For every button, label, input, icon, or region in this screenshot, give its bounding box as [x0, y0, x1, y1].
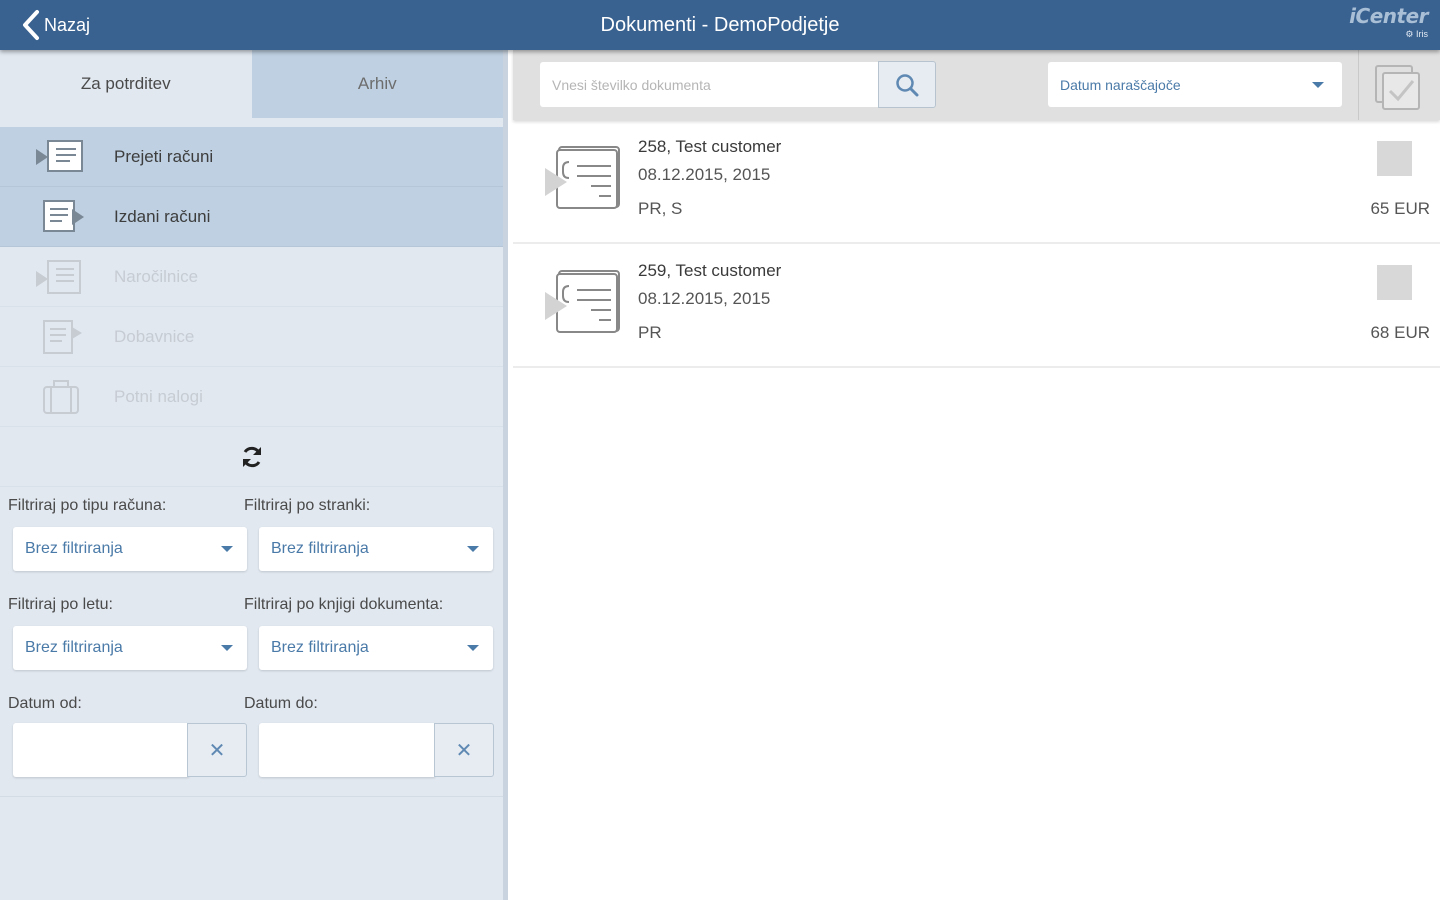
chevron-left-icon	[23, 10, 39, 40]
category-label: Dobavnice	[114, 326, 195, 346]
filter-type-value: Brez filtriranja	[25, 540, 123, 557]
search-input[interactable]	[540, 62, 878, 107]
filter-year-value: Brez filtriranja	[25, 639, 123, 656]
filter-book-value: Brez filtriranja	[271, 639, 369, 656]
caret-down-icon	[221, 546, 233, 552]
category-item-dobavnice: Dobavnice	[0, 307, 503, 367]
invoice-document-icon	[545, 146, 620, 209]
close-icon: ✕	[208, 739, 226, 762]
date-to-label: Datum do:	[244, 695, 318, 712]
tab-bar: Za potrditev Arhiv	[0, 50, 503, 118]
sort-value: Datum naraščajoče	[1060, 76, 1181, 93]
category-item-prejeti-racuni[interactable]: Prejeti računi	[0, 127, 503, 187]
date-from-label: Datum od:	[8, 695, 82, 712]
filter-party-label: Filtriraj po stranki:	[244, 497, 371, 514]
category-list: Prejeti računi Izdani računi Naročilnice	[0, 127, 503, 427]
logo-wordmark: iCenter	[1349, 4, 1428, 28]
sort-select[interactable]: Datum naraščajoče	[1048, 62, 1342, 107]
document-amount: 65 EUR	[1370, 199, 1430, 218]
app-logo: iCenter ⚙ Iris	[1338, 4, 1428, 44]
filter-type-select[interactable]: Brez filtriranja	[13, 527, 247, 571]
document-toolbar: Datum naraščajoče	[513, 50, 1440, 120]
filters-section: Filtriraj po tipu računa: Filtriraj po s…	[0, 487, 503, 797]
document-tags: PR, S	[638, 199, 683, 218]
document-date: 08.12.2015, 2015	[638, 289, 771, 308]
filter-book-select[interactable]: Brez filtriranja	[259, 626, 493, 670]
filter-panel: Za potrditev Arhiv Prejeti računi Izdani…	[0, 50, 508, 900]
received-invoices-icon	[36, 139, 83, 172]
filter-year-label: Filtriraj po letu:	[8, 596, 113, 613]
back-label: Nazaj	[44, 14, 91, 35]
caret-down-icon	[1312, 82, 1324, 88]
category-label: Naročilnice	[114, 266, 199, 286]
travel-orders-icon	[43, 379, 79, 414]
document-amount: 68 EUR	[1370, 323, 1430, 342]
delivery-notes-icon	[43, 319, 82, 354]
document-title: 259, Test customer	[638, 261, 782, 280]
refresh-row	[0, 427, 503, 487]
category-item-narocilnice: Naročilnice	[0, 247, 503, 307]
select-all-checkbox-icon[interactable]	[1373, 63, 1425, 115]
caret-down-icon	[221, 645, 233, 651]
filter-book-label: Filtriraj po knjigi dokumenta:	[244, 596, 444, 613]
date-from-input[interactable]	[13, 723, 189, 777]
date-to-clear-button[interactable]: ✕	[434, 723, 494, 777]
category-label: Potni nalogi	[114, 386, 203, 406]
document-checkbox[interactable]	[1377, 265, 1412, 300]
purchase-orders-icon	[36, 259, 81, 294]
document-panel: Datum naraščajoče 258, Test customer 08.…	[513, 50, 1440, 900]
back-button[interactable]: Nazaj	[20, 9, 90, 41]
toolbar-divider	[1358, 50, 1359, 120]
caret-down-icon	[467, 645, 479, 651]
category-label: Izdani računi	[114, 206, 211, 226]
filter-type-label: Filtriraj po tipu računa:	[8, 497, 167, 514]
document-tags: PR	[638, 323, 662, 342]
logo-subtext: ⚙ Iris	[1405, 29, 1428, 39]
filter-year-select[interactable]: Brez filtriranja	[13, 626, 247, 670]
filter-party-value: Brez filtriranja	[271, 540, 369, 557]
category-label: Prejeti računi	[114, 146, 214, 166]
issued-invoices-icon	[43, 199, 84, 232]
search-icon	[896, 73, 919, 96]
document-date: 08.12.2015, 2015	[638, 165, 771, 184]
date-to-input[interactable]	[259, 723, 435, 777]
date-from-clear-button[interactable]: ✕	[187, 723, 247, 777]
close-icon: ✕	[455, 739, 473, 762]
filter-party-select[interactable]: Brez filtriranja	[259, 527, 493, 571]
page-title: Dokumenti - DemoPodjetje	[600, 14, 840, 36]
category-item-izdani-racuni[interactable]: Izdani računi	[0, 187, 503, 247]
tab-arhiv[interactable]: Arhiv	[251, 50, 503, 118]
search-button[interactable]	[878, 61, 936, 108]
category-item-potni-nalogi: Potni nalogi	[0, 367, 503, 427]
document-title: 258, Test customer	[638, 137, 782, 156]
document-row[interactable]: 259, Test customer 08.12.2015, 2015 PR 6…	[513, 244, 1440, 368]
refresh-icon[interactable]	[239, 444, 265, 470]
tab-za-potrditev[interactable]: Za potrditev	[0, 50, 252, 118]
top-bar: Nazaj Dokumenti - DemoPodjetje iCenter ⚙…	[0, 0, 1440, 50]
document-row[interactable]: 258, Test customer 08.12.2015, 2015 PR, …	[513, 120, 1440, 244]
caret-down-icon	[467, 546, 479, 552]
invoice-document-icon	[545, 270, 620, 333]
document-checkbox[interactable]	[1377, 141, 1412, 176]
